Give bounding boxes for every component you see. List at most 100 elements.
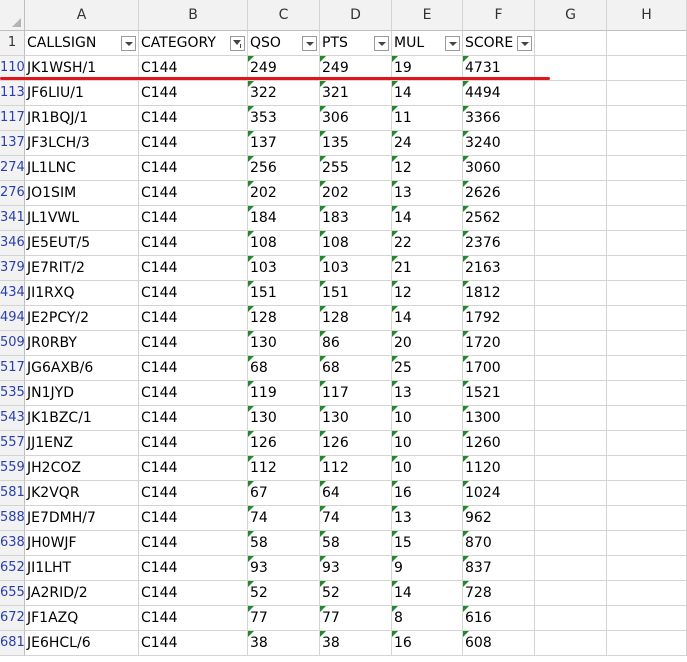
empty-cell[interactable]: [607, 231, 687, 256]
cell-qso[interactable]: 137: [248, 131, 320, 156]
cell-pts[interactable]: 151: [320, 281, 392, 306]
empty-cell[interactable]: [607, 106, 687, 131]
row-header[interactable]: 276: [0, 181, 25, 206]
row-header[interactable]: 434: [0, 281, 25, 306]
row-header[interactable]: 113: [0, 81, 25, 106]
cell-mul[interactable]: 25: [392, 356, 463, 381]
row-header[interactable]: 494: [0, 306, 25, 331]
cell-score[interactable]: 962: [463, 506, 535, 531]
cell-qso[interactable]: 353: [248, 106, 320, 131]
cell-mul[interactable]: 13: [392, 381, 463, 406]
cell-score[interactable]: 1260: [463, 431, 535, 456]
empty-cell[interactable]: [607, 81, 687, 106]
cell-score[interactable]: 1812: [463, 281, 535, 306]
empty-cell[interactable]: [535, 381, 607, 406]
cell-category[interactable]: C144: [139, 481, 248, 506]
cell-callsign[interactable]: JE2PCY/2: [25, 306, 139, 331]
cell-category[interactable]: C144: [139, 181, 248, 206]
cell-score[interactable]: 1024: [463, 481, 535, 506]
empty-cell[interactable]: [607, 556, 687, 581]
cell-pts[interactable]: 38: [320, 631, 392, 656]
cell-category[interactable]: C144: [139, 606, 248, 631]
cell-callsign[interactable]: JH2COZ: [25, 456, 139, 481]
cell-callsign[interactable]: JE7DMH/7: [25, 506, 139, 531]
cell-mul[interactable]: 14: [392, 581, 463, 606]
column-header-e[interactable]: E: [392, 0, 463, 31]
cell-qso[interactable]: 322: [248, 81, 320, 106]
cell-qso[interactable]: 103: [248, 256, 320, 281]
column-header-h[interactable]: H: [607, 0, 687, 31]
cell-category[interactable]: C144: [139, 356, 248, 381]
cell-score[interactable]: 616: [463, 606, 535, 631]
header-cell-score[interactable]: SCORE: [463, 31, 535, 56]
cell-mul[interactable]: 10: [392, 456, 463, 481]
row-header-1[interactable]: 1: [0, 31, 25, 56]
header-cell-category[interactable]: CATEGORY: [139, 31, 248, 56]
cell-mul[interactable]: 12: [392, 156, 463, 181]
cell-qso[interactable]: 184: [248, 206, 320, 231]
cell-qso[interactable]: 67: [248, 481, 320, 506]
cell-mul[interactable]: 15: [392, 531, 463, 556]
cell-qso[interactable]: 93: [248, 556, 320, 581]
cell-score[interactable]: 2163: [463, 256, 535, 281]
cell-callsign[interactable]: JF6LIU/1: [25, 81, 139, 106]
empty-cell[interactable]: [535, 406, 607, 431]
empty-cell[interactable]: [607, 256, 687, 281]
header-cell-mul[interactable]: MUL: [392, 31, 463, 56]
empty-cell[interactable]: [607, 206, 687, 231]
empty-cell[interactable]: [607, 431, 687, 456]
empty-cell[interactable]: [535, 181, 607, 206]
empty-cell[interactable]: [535, 556, 607, 581]
cell-pts[interactable]: 130: [320, 406, 392, 431]
cell-category[interactable]: C144: [139, 131, 248, 156]
cell-callsign[interactable]: JF3LCH/3: [25, 131, 139, 156]
empty-cell[interactable]: [607, 456, 687, 481]
empty-cell[interactable]: [607, 281, 687, 306]
empty-cell[interactable]: [535, 231, 607, 256]
empty-cell[interactable]: [535, 206, 607, 231]
row-header[interactable]: 581: [0, 481, 25, 506]
cell-mul[interactable]: 13: [392, 506, 463, 531]
cell-qso[interactable]: 130: [248, 331, 320, 356]
cell-callsign[interactable]: JE7RIT/2: [25, 256, 139, 281]
cell-qso[interactable]: 68: [248, 356, 320, 381]
row-header[interactable]: 652: [0, 556, 25, 581]
empty-cell[interactable]: [607, 181, 687, 206]
cell-score[interactable]: 2626: [463, 181, 535, 206]
empty-cell[interactable]: [535, 356, 607, 381]
cell-score[interactable]: 1720: [463, 331, 535, 356]
empty-cell[interactable]: [607, 56, 687, 81]
cell-score[interactable]: 4494: [463, 81, 535, 106]
cell-score[interactable]: 728: [463, 581, 535, 606]
cell-callsign[interactable]: JA2RID/2: [25, 581, 139, 606]
cell-qso[interactable]: 108: [248, 231, 320, 256]
empty-cell[interactable]: [607, 406, 687, 431]
cell-category[interactable]: C144: [139, 406, 248, 431]
empty-cell[interactable]: [535, 431, 607, 456]
cell-qso[interactable]: 130: [248, 406, 320, 431]
empty-cell[interactable]: [535, 456, 607, 481]
empty-cell[interactable]: [535, 481, 607, 506]
cell-score[interactable]: 1700: [463, 356, 535, 381]
row-header[interactable]: 655: [0, 581, 25, 606]
cell-pts[interactable]: 86: [320, 331, 392, 356]
cell-callsign[interactable]: JE5EUT/5: [25, 231, 139, 256]
cell-qso[interactable]: 119: [248, 381, 320, 406]
cell-mul[interactable]: 11: [392, 106, 463, 131]
empty-cell[interactable]: [535, 31, 607, 56]
cell-qso[interactable]: 38: [248, 631, 320, 656]
spreadsheet-grid[interactable]: A B C D E F G H 1 CALLSIGN CATEGORY QSO PTS MUL SCORE 1…: [0, 0, 687, 662]
row-header[interactable]: 557: [0, 431, 25, 456]
cell-mul[interactable]: 20: [392, 331, 463, 356]
cell-pts[interactable]: 58: [320, 531, 392, 556]
empty-cell[interactable]: [535, 81, 607, 106]
cell-category[interactable]: C144: [139, 81, 248, 106]
empty-cell[interactable]: [607, 506, 687, 531]
empty-cell[interactable]: [535, 131, 607, 156]
cell-category[interactable]: C144: [139, 256, 248, 281]
row-header[interactable]: 588: [0, 506, 25, 531]
row-header[interactable]: 346: [0, 231, 25, 256]
cell-mul[interactable]: 22: [392, 231, 463, 256]
cell-score[interactable]: 608: [463, 631, 535, 656]
empty-cell[interactable]: [607, 31, 687, 56]
